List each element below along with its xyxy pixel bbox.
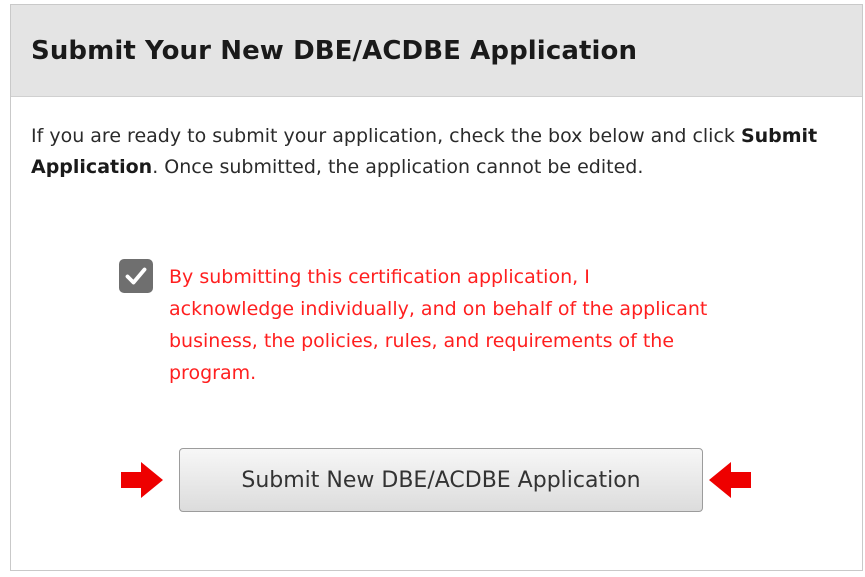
submit-application-button[interactable]: Submit New DBE/ACDBE Application — [179, 448, 703, 512]
arrow-right-icon — [121, 462, 163, 498]
instructions-text-end: . Once submitted, the application cannot… — [152, 156, 644, 178]
checkmark-icon — [125, 267, 147, 285]
panel-header: Submit Your New DBE/ACDBE Application — [11, 5, 862, 97]
panel-title: Submit Your New DBE/ACDBE Application — [31, 35, 638, 66]
acknowledgement-checkbox[interactable] — [119, 259, 153, 293]
instructions-text: If you are ready to submit your applicat… — [31, 121, 831, 183]
instructions-text-start: If you are ready to submit your applicat… — [31, 125, 741, 147]
acknowledgement-text: By submitting this certification applica… — [169, 266, 708, 384]
arrow-left-icon — [709, 462, 751, 498]
submit-row: Submit New DBE/ACDBE Application — [11, 448, 864, 514]
submit-application-panel: Submit Your New DBE/ACDBE Application If… — [10, 4, 863, 571]
